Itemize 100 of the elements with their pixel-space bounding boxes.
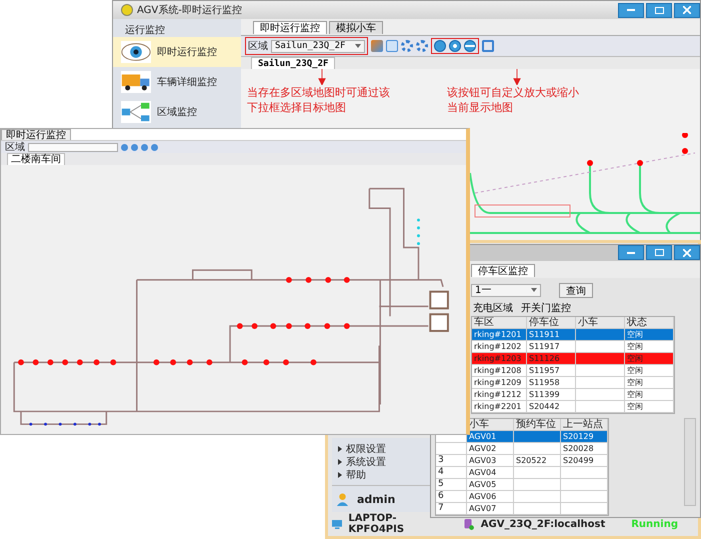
row-number: 4 bbox=[436, 467, 467, 478]
table-row[interactable]: rking#1209 S11958 空闲 bbox=[472, 377, 674, 389]
user-icon bbox=[336, 492, 349, 506]
database-name: AGV_23Q_2F:localhost bbox=[480, 518, 606, 530]
maximize-button[interactable] bbox=[646, 245, 672, 260]
table-cell: rking#1209 bbox=[472, 377, 527, 388]
nodes-icon bbox=[121, 101, 151, 123]
table-cell: rking#1208 bbox=[472, 365, 527, 376]
table-cell: 空闲 bbox=[625, 365, 674, 376]
table-cell: S11958 bbox=[527, 377, 576, 388]
table-cell: S11911 bbox=[527, 329, 576, 340]
map-tab[interactable]: 二楼南车间 bbox=[7, 153, 65, 165]
database-icon bbox=[464, 518, 475, 530]
close-button[interactable] bbox=[674, 245, 700, 260]
area-dropdown[interactable]: Sailun_23Q_2F bbox=[271, 40, 366, 52]
eye-icon bbox=[121, 41, 151, 63]
gear-icon[interactable] bbox=[401, 40, 414, 52]
table-row[interactable]: rking#1208 S11957 空闲 bbox=[472, 365, 674, 377]
expand-arrow-icon bbox=[338, 446, 342, 452]
area-label: 区域 bbox=[5, 140, 25, 154]
sidebar-item[interactable]: 区域监控 bbox=[113, 97, 241, 127]
close-button[interactable] bbox=[674, 2, 700, 18]
area-label: 区域 bbox=[248, 40, 268, 53]
menu-item[interactable]: 帮助 bbox=[332, 468, 432, 481]
area-dropdown[interactable] bbox=[28, 142, 118, 152]
table-cell: rking#1201 bbox=[472, 329, 527, 340]
tab[interactable]: 充电区域 bbox=[471, 301, 515, 313]
table-cell: S11957 bbox=[527, 365, 576, 376]
map-tab[interactable]: Sailun_23Q_2F bbox=[251, 57, 336, 69]
table-cell: S20499 bbox=[561, 455, 608, 466]
table-cell[interactable]: AGV03 bbox=[467, 455, 514, 466]
menu-item[interactable]: 权限设置 bbox=[332, 442, 432, 455]
annotation-text: 当存在多区域地图时可通过该下拉框选择目标地图 bbox=[247, 85, 391, 115]
document-icon[interactable] bbox=[386, 40, 398, 52]
window-title: AGV系统-即时运行监控 bbox=[137, 4, 243, 17]
down-arrow-icon bbox=[318, 69, 326, 85]
table-row[interactable]: rking#2201 S20442 空闲 bbox=[472, 401, 674, 413]
username: admin bbox=[357, 492, 396, 506]
minimize-button[interactable] bbox=[618, 2, 644, 18]
table-row[interactable]: rking#1201 S11911 空闲 bbox=[472, 329, 674, 341]
table-cell: S11126 bbox=[527, 353, 576, 364]
column-header: 车区 bbox=[472, 317, 527, 328]
row-number: 5 bbox=[436, 479, 467, 490]
logo-icon bbox=[121, 4, 133, 16]
image-icon[interactable] bbox=[371, 40, 384, 52]
table-cell: 空闲 bbox=[625, 341, 674, 352]
minimize-button[interactable] bbox=[618, 245, 644, 260]
table-cell[interactable]: AGV06 bbox=[467, 491, 514, 502]
row-number: 7 bbox=[436, 503, 467, 514]
zoom-reset-icon[interactable] bbox=[434, 40, 446, 52]
area-dropdown[interactable]: 1一 bbox=[471, 284, 541, 296]
table-cell: S11917 bbox=[527, 341, 576, 352]
table-cell: S20129 bbox=[561, 431, 608, 442]
tab[interactable]: 停车区监控 bbox=[471, 264, 535, 277]
tab[interactable]: 即时运行监控 bbox=[1, 129, 71, 140]
sidebar-item[interactable]: 车辆详细监控 bbox=[113, 67, 241, 97]
tab[interactable]: 模拟小车 bbox=[329, 21, 383, 34]
table-cell[interactable]: AGV07 bbox=[467, 503, 514, 514]
table-cell: rking#2201 bbox=[472, 401, 527, 412]
table-cell[interactable]: AGV04 bbox=[467, 467, 514, 478]
tab[interactable]: 开关门监控 bbox=[519, 301, 573, 313]
host-name: LAPTOP-KPFO4PIS bbox=[348, 513, 406, 535]
scrollbar[interactable] bbox=[684, 418, 696, 506]
monitor-icon bbox=[332, 518, 342, 530]
table-cell[interactable]: AGV05 bbox=[467, 479, 514, 490]
column-header: 预约车位 bbox=[514, 419, 561, 430]
table-cell: S20522 bbox=[514, 455, 561, 466]
table-cell: rking#1202 bbox=[472, 341, 527, 352]
table-cell: 空闲 bbox=[625, 329, 674, 340]
gear-icon[interactable] bbox=[416, 40, 428, 52]
column-header: 上一站点 bbox=[561, 419, 608, 430]
table-cell[interactable]: AGV02 bbox=[467, 443, 514, 454]
table-row[interactable]: rking#1203 S11126 空闲 bbox=[472, 353, 674, 365]
sidebar-item[interactable]: 即时运行监控 bbox=[113, 37, 241, 67]
table-cell: 空闲 bbox=[625, 401, 674, 412]
table-cell: S20028 bbox=[561, 443, 608, 454]
menu-item[interactable]: 系统设置 bbox=[332, 455, 432, 468]
table-cell: rking#1203 bbox=[472, 353, 527, 364]
query-button[interactable]: 查询 bbox=[559, 282, 593, 298]
zoom-out-icon[interactable] bbox=[464, 40, 476, 52]
expand-arrow-icon bbox=[338, 472, 342, 478]
column-header: 状态 bbox=[625, 317, 674, 328]
table-row[interactable]: rking#1212 S11399 空闲 bbox=[472, 389, 674, 401]
row-number: 6 bbox=[436, 491, 467, 502]
zoom-in-icon[interactable] bbox=[449, 40, 462, 52]
sidebar-group-header[interactable]: 运行监控 bbox=[113, 23, 241, 37]
column-header: 停车位 bbox=[527, 317, 576, 328]
column-header: 小车 bbox=[576, 317, 625, 328]
maximize-button[interactable] bbox=[646, 2, 672, 18]
expand-arrow-icon bbox=[338, 458, 342, 464]
table-cell: S11399 bbox=[527, 389, 576, 400]
table-cell: S20442 bbox=[527, 401, 576, 412]
table-cell: rking#1212 bbox=[472, 389, 527, 400]
table-cell: 空闲 bbox=[625, 389, 674, 400]
row-number: 3 bbox=[436, 455, 467, 466]
truck-icon bbox=[121, 71, 151, 93]
table-cell[interactable]: AGV01 bbox=[467, 431, 514, 442]
running-status: Running bbox=[631, 518, 678, 530]
tab[interactable]: 即时运行监控 bbox=[253, 21, 327, 34]
annotation-text: 该按钮可自定义放大或缩小当前显示地图 bbox=[447, 85, 580, 115]
